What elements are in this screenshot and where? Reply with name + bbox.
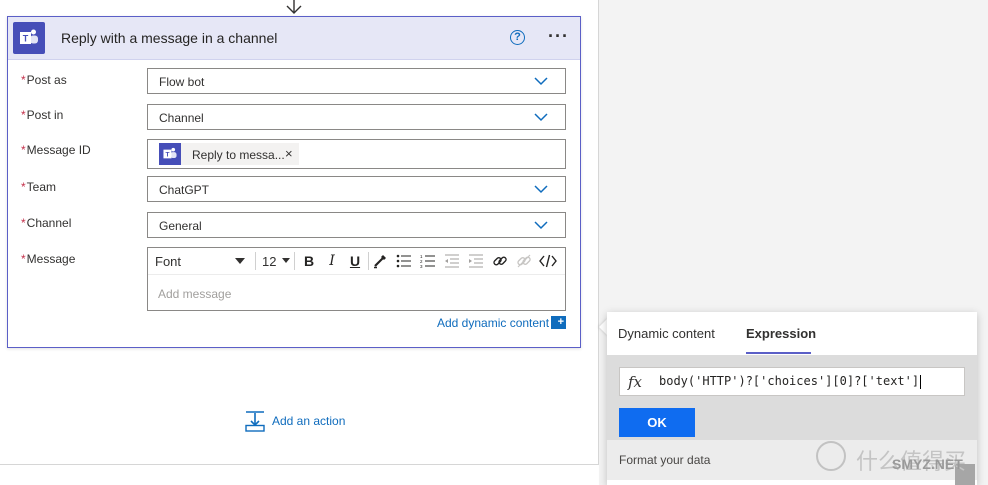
toolbar-divider xyxy=(255,252,256,270)
flow-canvas: T Reply with a message in a channel ? ··… xyxy=(0,0,599,465)
tab-expression[interactable]: Expression xyxy=(746,326,816,341)
message-id-label: *Message ID xyxy=(21,143,91,157)
add-dynamic-content-link[interactable]: Add dynamic content xyxy=(437,316,549,330)
required-marker: * xyxy=(21,73,26,87)
ok-button[interactable]: OK xyxy=(619,408,695,437)
link-icon[interactable] xyxy=(490,251,510,271)
add-dynamic-content-plus-icon[interactable]: + xyxy=(551,316,566,329)
expression-area: fx body('HTTP')?['choices'][0]?['text'] … xyxy=(607,355,977,440)
token-label: Reply to messa... xyxy=(192,148,285,162)
message-editor[interactable]: Font 12 B I U 123 Add message xyxy=(147,247,566,311)
team-value: ChatGPT xyxy=(159,183,210,197)
message-placeholder: Add message xyxy=(158,287,232,301)
bulleted-list-icon[interactable] xyxy=(394,251,414,271)
toolbar-divider xyxy=(368,252,369,270)
channel-label: *Channel xyxy=(21,216,72,230)
card-title: Reply with a message in a channel xyxy=(61,30,278,46)
watermark-subtext: SMYZ.NET xyxy=(892,456,963,472)
fx-icon: fx xyxy=(628,373,643,391)
watermark-logo-icon xyxy=(816,441,846,471)
help-icon[interactable]: ? xyxy=(510,30,525,45)
editor-toolbar: Font 12 B I U 123 xyxy=(148,248,565,275)
toolbar-divider xyxy=(294,252,295,270)
post-in-value: Channel xyxy=(159,111,204,125)
chevron-down-icon xyxy=(534,221,548,230)
channel-value: General xyxy=(159,219,202,233)
token-close-icon[interactable]: × xyxy=(285,146,293,161)
teams-logo-icon: T xyxy=(159,143,181,165)
numbered-list-icon[interactable]: 123 xyxy=(418,251,438,271)
increase-indent-icon xyxy=(466,251,486,271)
svg-text:3: 3 xyxy=(420,264,423,268)
font-caret-icon[interactable] xyxy=(235,258,245,264)
teams-logo-icon: T xyxy=(13,22,45,54)
expression-input[interactable]: fx body('HTTP')?['choices'][0]?['text'] xyxy=(619,367,965,396)
chevron-down-icon xyxy=(534,185,548,194)
add-an-action-label: Add an action xyxy=(272,414,346,428)
bold-button[interactable]: B xyxy=(299,251,319,271)
italic-button[interactable]: I xyxy=(322,251,342,271)
card-header[interactable]: T Reply with a message in a channel ? ··… xyxy=(8,17,580,60)
code-view-icon[interactable] xyxy=(538,251,558,271)
more-options-icon[interactable]: ··· xyxy=(548,26,569,47)
font-size-select[interactable]: 12 xyxy=(262,254,276,269)
svg-text:T: T xyxy=(165,152,169,159)
post-in-dropdown[interactable]: Channel xyxy=(147,104,566,130)
message-id-field[interactable]: T Reply to messa... × xyxy=(147,139,566,169)
post-as-label: *Post as xyxy=(21,73,67,87)
font-size-caret-icon[interactable] xyxy=(282,258,290,263)
unlink-icon xyxy=(514,251,534,271)
text-cursor xyxy=(920,374,922,389)
active-tab-indicator xyxy=(746,352,811,354)
post-in-label: *Post in xyxy=(21,108,64,122)
chevron-down-icon xyxy=(534,77,548,86)
message-label: *Message xyxy=(21,252,76,266)
svg-text:T: T xyxy=(23,34,29,44)
tab-dynamic-content[interactable]: Dynamic content xyxy=(618,326,715,341)
post-as-dropdown[interactable]: Flow bot xyxy=(147,68,566,94)
team-label: *Team xyxy=(21,180,57,194)
team-dropdown[interactable]: ChatGPT xyxy=(147,176,566,202)
decrease-indent-icon xyxy=(442,251,462,271)
highlight-pen-icon[interactable] xyxy=(370,251,390,271)
underline-button[interactable]: U xyxy=(345,251,365,271)
add-action-icon xyxy=(245,411,265,432)
format-your-data-label: Format your data xyxy=(619,453,711,467)
expression-text: body('HTTP')?['choices'][0]?['text'] xyxy=(659,374,920,388)
post-as-value: Flow bot xyxy=(159,75,205,89)
message-id-token[interactable]: T Reply to messa... × xyxy=(159,143,299,165)
connector-arrow-icon xyxy=(286,0,302,14)
channel-dropdown[interactable]: General xyxy=(147,212,566,238)
font-select[interactable]: Font xyxy=(155,254,181,269)
action-card: T Reply with a message in a channel ? ··… xyxy=(7,16,581,348)
chevron-down-icon xyxy=(534,113,548,122)
